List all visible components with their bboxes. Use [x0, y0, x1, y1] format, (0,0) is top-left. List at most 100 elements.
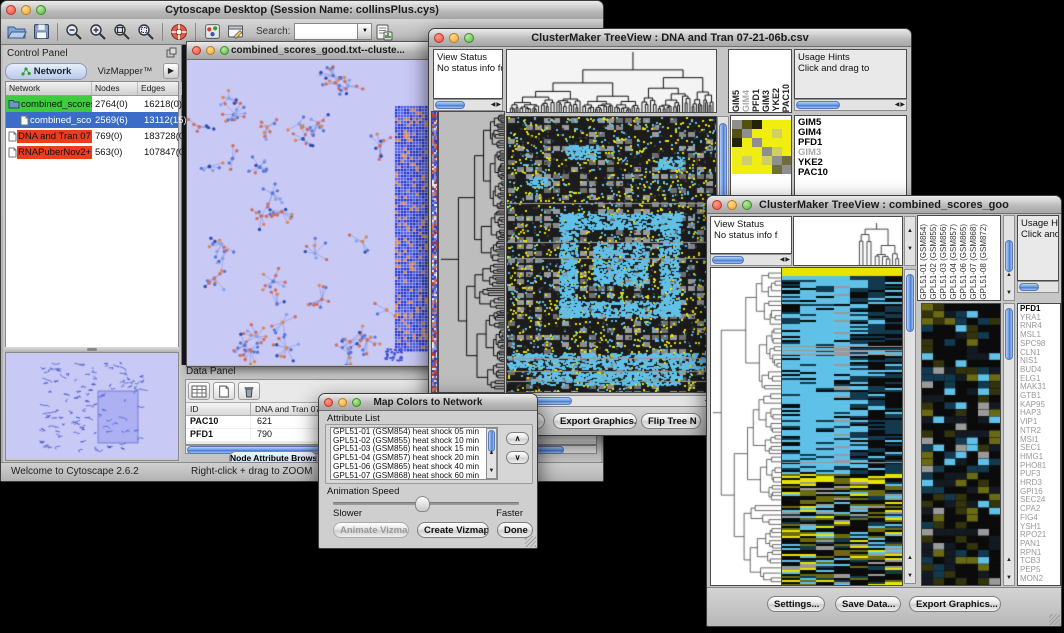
column-header[interactable]: Nodes: [92, 82, 138, 95]
tv2-genes-vscroll[interactable]: ▲▼: [1003, 303, 1015, 586]
column-label[interactable]: PFD1: [751, 89, 761, 112]
column-label[interactable]: GPL51-07 (GSM868): [969, 224, 979, 300]
minimize-icon[interactable]: [338, 398, 347, 407]
attribute-item[interactable]: GPL51-07 (GSM868) heat shock 60 min: [333, 472, 497, 480]
save-data--button[interactable]: Save Data...: [835, 596, 901, 612]
column-header[interactable]: Network: [6, 82, 92, 95]
network-frame-titlebar[interactable]: combined_scores_good.txt--cluste...: [187, 42, 434, 60]
tv2-zoom-panel[interactable]: [921, 303, 1001, 586]
tv2-column-dendrogram[interactable]: [793, 216, 903, 266]
create-vizmap-button[interactable]: Create Vizmap: [417, 522, 489, 538]
export-graphics--button[interactable]: Export Graphics...: [553, 413, 637, 429]
close-icon[interactable]: [434, 33, 444, 43]
float-panel-icon[interactable]: [166, 45, 177, 63]
zoom-window-icon[interactable]: [352, 398, 361, 407]
search-input[interactable]: [294, 23, 358, 40]
column-label[interactable]: GIM5: [731, 90, 741, 112]
column-label[interactable]: GPL51-03 (GSM856): [939, 224, 949, 300]
column-label[interactable]: YKE2: [771, 88, 781, 112]
network-icon: [21, 67, 31, 76]
tv2-top-vscroll[interactable]: ▲▼: [904, 216, 916, 266]
tv1-global-strip[interactable]: [431, 111, 438, 393]
gene-label[interactable]: PAC10: [798, 168, 906, 178]
close-icon[interactable]: [324, 398, 333, 407]
annotation-button[interactable]: [224, 22, 248, 42]
move-down-button[interactable]: ∨: [506, 451, 529, 464]
treeview2-titlebar[interactable]: ClusterMaker TreeView : combined_scores_…: [707, 196, 1061, 214]
column-label[interactable]: GPL51-01 (GSM854): [919, 224, 929, 300]
column-label[interactable]: GPL51-02 (GSM855): [929, 224, 939, 300]
main-titlebar[interactable]: Cytoscape Desktop (Session Name: collins…: [1, 1, 603, 20]
zoom-window-icon[interactable]: [220, 46, 229, 55]
new-attribute-button[interactable]: [213, 382, 235, 400]
tv2-hints-hscroll[interactable]: [1017, 281, 1059, 293]
close-icon[interactable]: [6, 5, 16, 15]
tab-vizmapper[interactable]: VizMapper™: [89, 64, 161, 79]
column-label[interactable]: PAC10: [781, 84, 791, 112]
network-row[interactable]: DNA and Tran 07769(0)183728(0): [6, 128, 178, 144]
tv1-status-hscroll[interactable]: ◀▶: [433, 99, 503, 111]
column-header[interactable]: ID: [186, 403, 251, 415]
close-icon[interactable]: [712, 200, 722, 210]
minimize-icon[interactable]: [21, 5, 31, 15]
network-row[interactable]: combined_sco2569(6)13112(15): [6, 112, 178, 128]
zoom-window-icon[interactable]: [464, 33, 474, 43]
network-overview[interactable]: [5, 352, 179, 461]
column-header[interactable]: Edges: [138, 82, 182, 95]
open-folder-button[interactable]: [5, 22, 29, 42]
export-graphics--button[interactable]: Export Graphics...: [909, 596, 1001, 612]
column-label[interactable]: GPL51-06 (GSM865): [959, 224, 969, 300]
animate-vizmap-button[interactable]: Animate Vizmap: [333, 522, 409, 538]
column-label[interactable]: GIM4: [741, 90, 751, 112]
tab-network[interactable]: Network: [5, 63, 87, 80]
attribute-list-vscroll[interactable]: ▲▼: [486, 428, 497, 479]
minimize-icon[interactable]: [449, 33, 459, 43]
tv2-row-dendrogram[interactable]: [710, 267, 782, 586]
tv1-column-dendrogram[interactable]: [506, 49, 717, 113]
treeview1-titlebar[interactable]: ClusterMaker TreeView : DNA and Tran 07-…: [429, 29, 911, 47]
tv1-heatmap[interactable]: [506, 116, 717, 393]
more-tabs-button[interactable]: ▶: [163, 63, 179, 79]
minimize-icon[interactable]: [206, 46, 215, 55]
network-row[interactable]: combined_scores2764(0)16218(0): [6, 96, 178, 112]
zoom-selected-button[interactable]: [134, 22, 158, 42]
search-dropdown-icon[interactable]: ▼: [358, 23, 372, 40]
flip-tree-n-button[interactable]: Flip Tree N: [641, 413, 701, 429]
column-label[interactable]: GIM3: [761, 90, 771, 112]
zoom-fit-button[interactable]: [110, 22, 134, 42]
zoom-window-icon[interactable]: [36, 5, 46, 15]
attribute-table-button[interactable]: [188, 382, 210, 400]
network-canvas[interactable]: [187, 60, 432, 365]
tv2-status-hscroll[interactable]: ◀▶: [710, 254, 792, 266]
report-button[interactable]: [372, 22, 396, 42]
zoom-window-icon[interactable]: [742, 200, 752, 210]
tv2-heatmap[interactable]: [781, 267, 903, 586]
gene-label[interactable]: MON2: [1020, 575, 1060, 584]
done-button[interactable]: Done: [497, 522, 533, 538]
tv1-row-dendrogram[interactable]: [438, 111, 505, 393]
animation-slider-thumb[interactable]: [415, 496, 430, 512]
tv2-vscroll[interactable]: ▲▼: [904, 269, 916, 584]
dialog-titlebar[interactable]: Map Colors to Network: [319, 394, 537, 411]
close-icon[interactable]: [192, 46, 201, 55]
zoom-out-button[interactable]: [62, 22, 86, 42]
vizmapper-button[interactable]: [200, 22, 224, 42]
attribute-list: GPL51-01 (GSM854) heat shock 05 minGPL51…: [330, 427, 498, 480]
resize-grip[interactable]: [1049, 614, 1060, 625]
help-lifebuoy-button[interactable]: [167, 22, 191, 42]
tv1-hints-hscroll[interactable]: ◀▶: [794, 99, 907, 111]
search-combobox[interactable]: ▼: [294, 23, 372, 40]
minimize-icon[interactable]: [727, 200, 737, 210]
delete-attribute-button[interactable]: [238, 382, 260, 400]
overview-canvas[interactable]: [6, 353, 178, 458]
tv2-labels-vscroll[interactable]: ▲▼: [1003, 215, 1015, 301]
network-row[interactable]: RNAPuberNov2+563(0)107847(0): [6, 144, 178, 160]
column-label[interactable]: GPL51-04 (GSM857): [949, 224, 959, 300]
zoom-in-button[interactable]: [86, 22, 110, 42]
move-up-button[interactable]: ∧: [506, 432, 529, 445]
column-label[interactable]: GPL51-08 (GSM872): [979, 224, 989, 300]
search-label: Search:: [256, 26, 290, 37]
settings--button[interactable]: Settings...: [767, 596, 825, 612]
save-button[interactable]: [29, 22, 53, 42]
nodes-count: 2764(0): [92, 99, 141, 110]
